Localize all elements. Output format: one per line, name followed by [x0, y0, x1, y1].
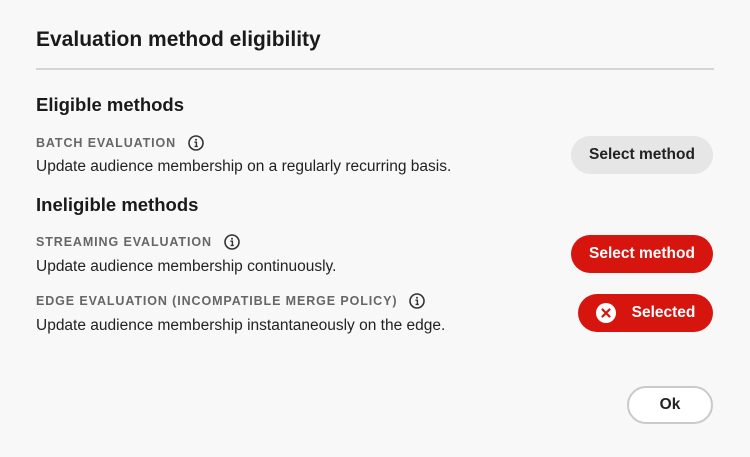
selected-button-label: Selected [631, 304, 696, 321]
method-label-edge: EDGE EVALUATION (INCOMPATIBLE MERGE POLI… [36, 293, 426, 309]
method-description-edge: Update audience membership instantaneous… [36, 317, 446, 334]
eligible-methods-heading: Eligible methods [36, 94, 185, 115]
method-label-streaming-text: STREAMING EVALUATION [36, 235, 212, 249]
method-description-streaming: Update audience membership continuously. [36, 258, 337, 275]
info-icon[interactable] [224, 234, 240, 250]
title-divider [36, 68, 714, 70]
dialog-title: Evaluation method eligibility [36, 28, 321, 51]
method-description-batch: Update audience membership on a regularl… [36, 158, 452, 175]
select-method-button-batch[interactable]: Select method [571, 136, 713, 174]
ok-button[interactable]: Ok [627, 386, 713, 424]
evaluation-method-dialog: Evaluation method eligibility Eligible m… [0, 0, 750, 457]
selected-button-edge[interactable]: Selected [578, 294, 713, 332]
method-label-streaming: STREAMING EVALUATION [36, 234, 240, 250]
ineligible-methods-heading: Ineligible methods [36, 194, 199, 215]
method-label-batch: BATCH EVALUATION [36, 135, 204, 151]
method-label-edge-text: EDGE EVALUATION (INCOMPATIBLE MERGE POLI… [36, 294, 398, 308]
close-circle-icon [595, 303, 616, 323]
method-label-batch-text: BATCH EVALUATION [36, 136, 177, 150]
select-method-button-streaming[interactable]: Select method [571, 235, 713, 273]
info-icon[interactable] [409, 293, 426, 309]
info-icon[interactable] [188, 135, 204, 151]
